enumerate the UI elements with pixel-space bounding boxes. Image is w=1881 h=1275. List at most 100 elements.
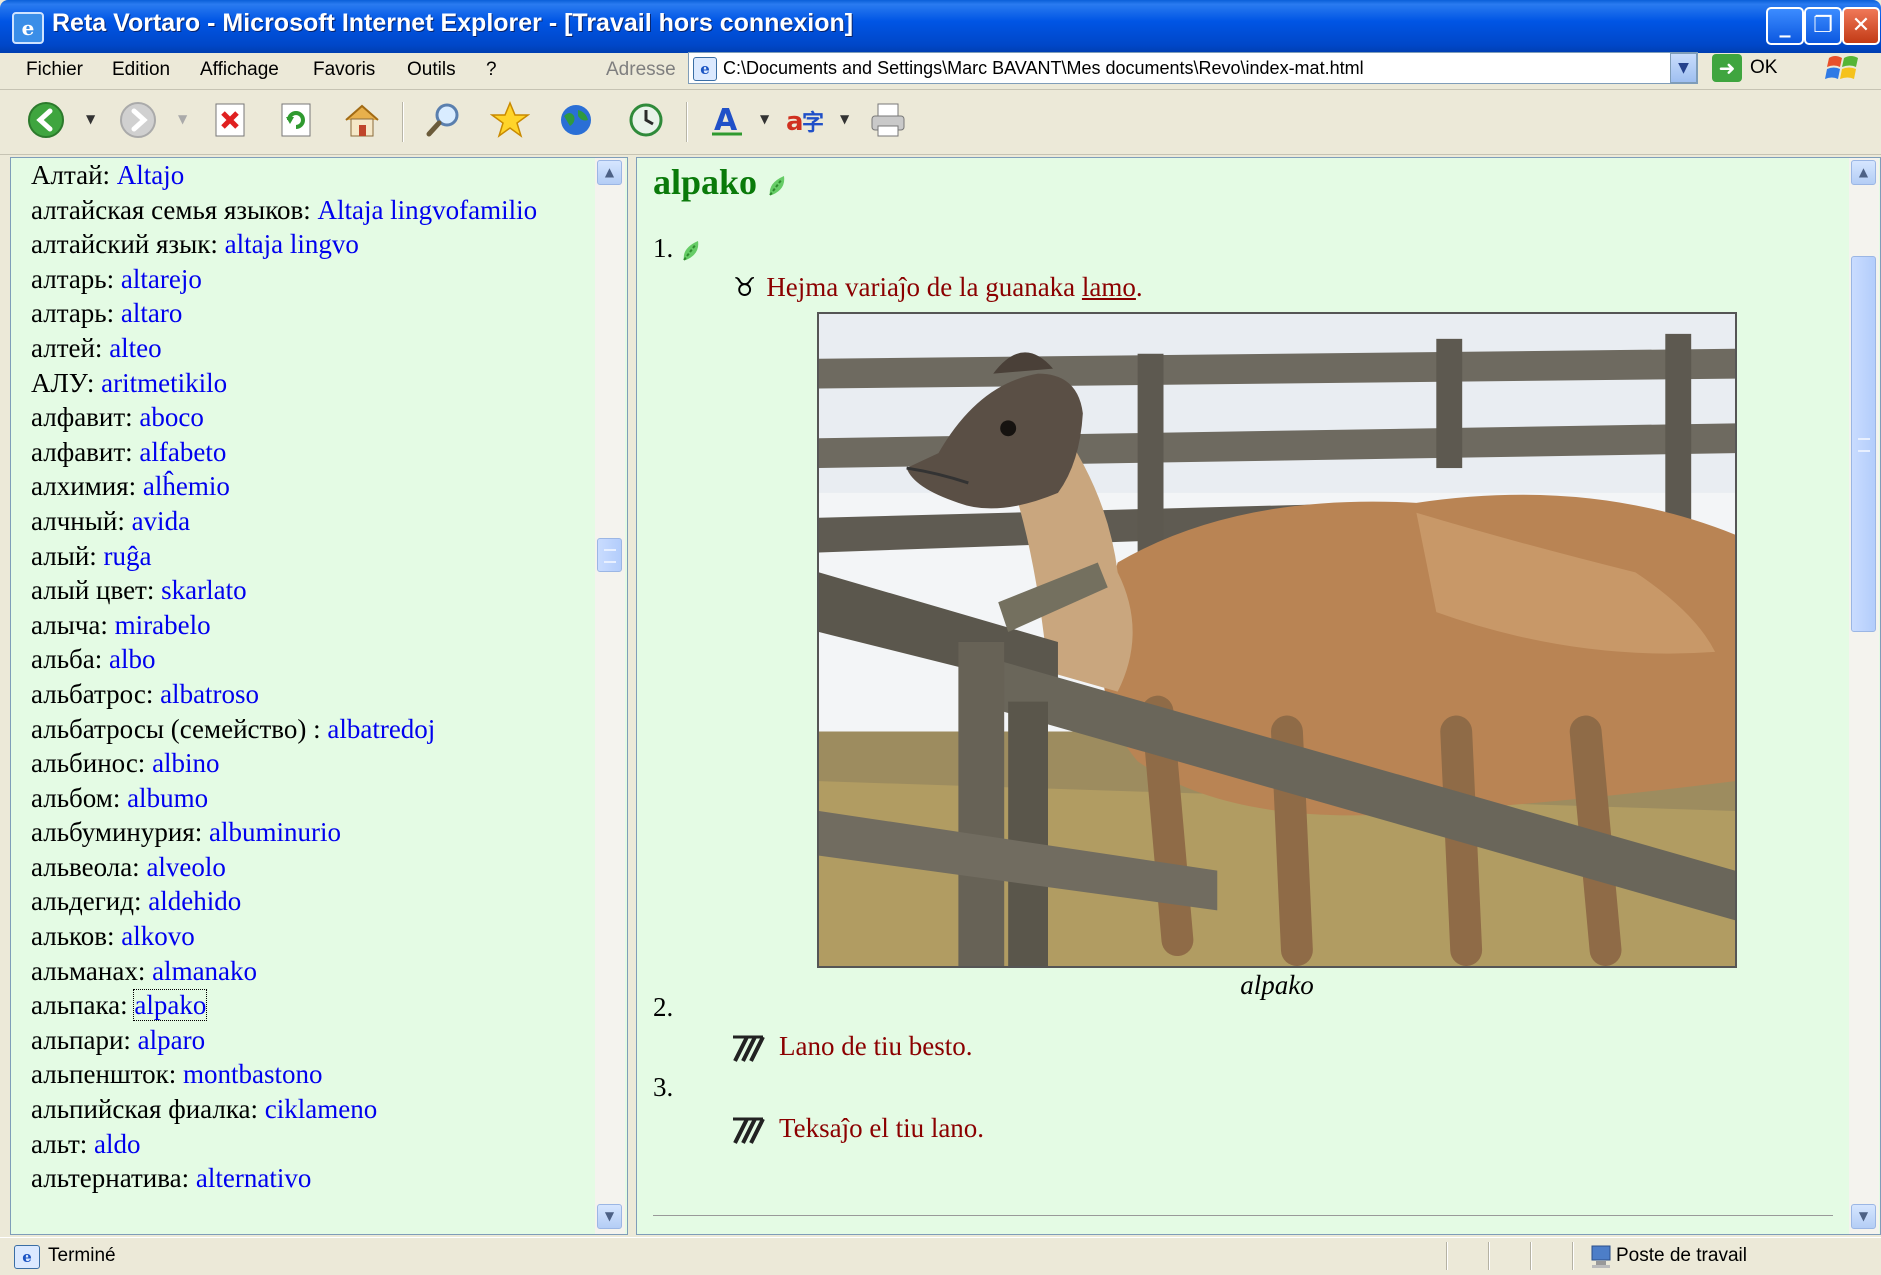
toolbar-separator xyxy=(402,102,404,142)
index-entry-link[interactable]: Altaja lingvofamilio xyxy=(317,195,537,225)
index-entry-link[interactable]: aldo xyxy=(94,1129,141,1159)
scroll-up-icon[interactable]: ▲ xyxy=(597,160,622,185)
index-entry: альтернатива: alternativo xyxy=(31,1161,591,1196)
index-entry: альбатрос: albatroso xyxy=(31,677,591,712)
horizontal-rule xyxy=(653,1215,1833,1216)
page-done-icon: e xyxy=(14,1245,40,1269)
print-icon[interactable] xyxy=(868,100,908,140)
index-entry: алый цвет: skarlato xyxy=(31,573,591,608)
frame-splitter[interactable] xyxy=(628,157,636,1235)
index-entry-link[interactable]: aritmetikilo xyxy=(101,368,227,398)
forward-dropdown-icon[interactable]: ▼ xyxy=(178,112,187,126)
lamo-link[interactable]: lamo xyxy=(1082,272,1136,302)
taurus-icon: ♉ xyxy=(733,273,757,303)
index-entry-link[interactable]: albo xyxy=(109,644,156,674)
close-button[interactable]: ✕ xyxy=(1842,7,1880,45)
menu-help[interactable]: ? xyxy=(486,59,497,81)
forward-icon[interactable] xyxy=(118,100,158,140)
index-entry-link[interactable]: ciklameno xyxy=(265,1094,377,1124)
favorites-icon[interactable] xyxy=(490,100,530,140)
status-separator xyxy=(1572,1242,1574,1270)
index-entry-link[interactable]: albino xyxy=(152,748,220,778)
index-entry-link[interactable]: albumo xyxy=(127,783,208,813)
menu-edition[interactable]: Edition xyxy=(112,59,170,81)
index-entry-russian: альбатросы (семейство) : xyxy=(31,713,321,744)
index-entry: альбинос: albino xyxy=(31,746,591,781)
home-icon[interactable] xyxy=(342,100,382,140)
menu-outils[interactable]: Outils xyxy=(407,59,456,81)
index-entry-link[interactable]: albuminurio xyxy=(209,817,341,847)
toolbar-separator xyxy=(686,102,688,142)
maximize-button[interactable]: ❐ xyxy=(1804,7,1842,45)
history-icon[interactable] xyxy=(626,100,666,140)
index-entry-link[interactable]: altarejo xyxy=(121,264,202,294)
menu-favoris[interactable]: Favoris xyxy=(313,59,375,81)
index-entry-link[interactable]: Altajo xyxy=(117,160,185,190)
status-bar: e Terminé Poste de travail xyxy=(0,1237,1881,1275)
scroll-thumb[interactable] xyxy=(597,538,622,572)
back-icon[interactable] xyxy=(26,100,66,140)
index-entry: альдегид: aldehido xyxy=(31,884,591,919)
index-entry-link[interactable]: aboco xyxy=(139,402,203,432)
index-entry-link[interactable]: montbastono xyxy=(183,1059,323,1089)
back-dropdown-icon[interactable]: ▼ xyxy=(86,112,95,126)
index-entry: альпийская фиалка: ciklameno xyxy=(31,1092,591,1127)
index-entry-link[interactable]: skarlato xyxy=(161,575,246,605)
address-input[interactable]: C:\Documents and Settings\Marc BAVANT\Me… xyxy=(723,58,1364,79)
scroll-down-icon[interactable]: ▼ xyxy=(1851,1204,1876,1229)
index-entry: алфавит: alfabeto xyxy=(31,435,591,470)
menu-fichier[interactable]: Fichier xyxy=(26,59,83,81)
index-entry-link[interactable]: alveolo xyxy=(146,852,225,882)
hatch-icon xyxy=(733,1117,765,1144)
index-entry-link[interactable]: avida xyxy=(132,506,190,536)
stop-icon[interactable] xyxy=(210,100,250,140)
index-frame[interactable]: Алтай: Altajo алтайская семья языков: Alt… xyxy=(10,157,628,1235)
index-entry-link[interactable]: albatroso xyxy=(160,679,259,709)
font-size-icon[interactable]: A xyxy=(708,100,748,140)
index-entry-link[interactable]: mirabelo xyxy=(115,610,211,640)
index-entry-link[interactable]: alternativo xyxy=(196,1163,311,1193)
index-entry-russian: алтарь: xyxy=(31,263,115,294)
menu-affichage[interactable]: Affichage xyxy=(200,59,279,81)
index-entry-russian: альбуминурия: xyxy=(31,817,203,848)
search-icon[interactable] xyxy=(424,100,464,140)
scroll-down-icon[interactable]: ▼ xyxy=(597,1204,622,1229)
minimize-button[interactable]: _ xyxy=(1766,7,1804,45)
index-entry-link[interactable]: albatredoj xyxy=(327,714,435,744)
index-entry-link[interactable]: alkovo xyxy=(121,921,195,951)
index-entry-link[interactable]: alparo xyxy=(138,1025,205,1055)
article-scrollbar[interactable]: ▲ ▼ xyxy=(1849,158,1879,1234)
encoding-dropdown-icon[interactable]: ▼ xyxy=(840,112,849,126)
status-separator xyxy=(1488,1242,1490,1270)
address-dropdown-button[interactable]: ▼ xyxy=(1670,53,1697,83)
scroll-thumb[interactable] xyxy=(1851,256,1876,632)
leaf-icon xyxy=(769,175,785,196)
sense-1-definition: ♉ Hejma variaĵo de la guanaka lamo. xyxy=(733,272,1143,303)
index-entry-russian: альманах: xyxy=(31,955,146,986)
index-entry-link[interactable]: alpako xyxy=(133,989,208,1022)
index-entry-link[interactable]: alfabeto xyxy=(139,437,226,467)
go-button[interactable]: OK xyxy=(1750,57,1777,79)
address-bar[interactable]: e C:\Documents and Settings\Marc BAVANT\… xyxy=(688,52,1698,84)
media-icon[interactable] xyxy=(556,100,596,140)
title-bar[interactable]: e Reta Vortaro - Microsoft Internet Expl… xyxy=(0,0,1881,53)
index-entry: алтайская семья языков: Altaja lingvofam… xyxy=(31,193,591,228)
article-frame[interactable]: alpako 1. ♉ Hejma variaĵo de la guanaka l… xyxy=(636,157,1881,1235)
index-entry-russian: альтернатива: xyxy=(31,1163,190,1194)
encoding-icon[interactable]: a 字 xyxy=(784,100,824,140)
index-entry-link[interactable]: ruĝa xyxy=(104,541,152,571)
status-separator xyxy=(1446,1242,1448,1270)
index-entry: алхимия: alĥemio xyxy=(31,469,591,504)
index-entry-link[interactable]: altaja lingvo xyxy=(225,229,359,259)
index-entry-link[interactable]: almanako xyxy=(152,956,257,986)
scroll-up-icon[interactable]: ▲ xyxy=(1851,160,1876,185)
go-arrow-icon[interactable]: ➜ xyxy=(1712,54,1742,82)
index-entry-link[interactable]: altaro xyxy=(121,298,182,328)
index-entry-link[interactable]: aldehido xyxy=(148,886,241,916)
index-entry: альвеола: alveolo xyxy=(31,850,591,885)
index-entry-link[interactable]: alteo xyxy=(109,333,161,363)
font-size-dropdown-icon[interactable]: ▼ xyxy=(760,112,769,126)
refresh-icon[interactable] xyxy=(276,100,316,140)
index-entry-link[interactable]: alĥemio xyxy=(143,471,230,501)
index-scrollbar[interactable]: ▲ ▼ xyxy=(595,158,625,1234)
